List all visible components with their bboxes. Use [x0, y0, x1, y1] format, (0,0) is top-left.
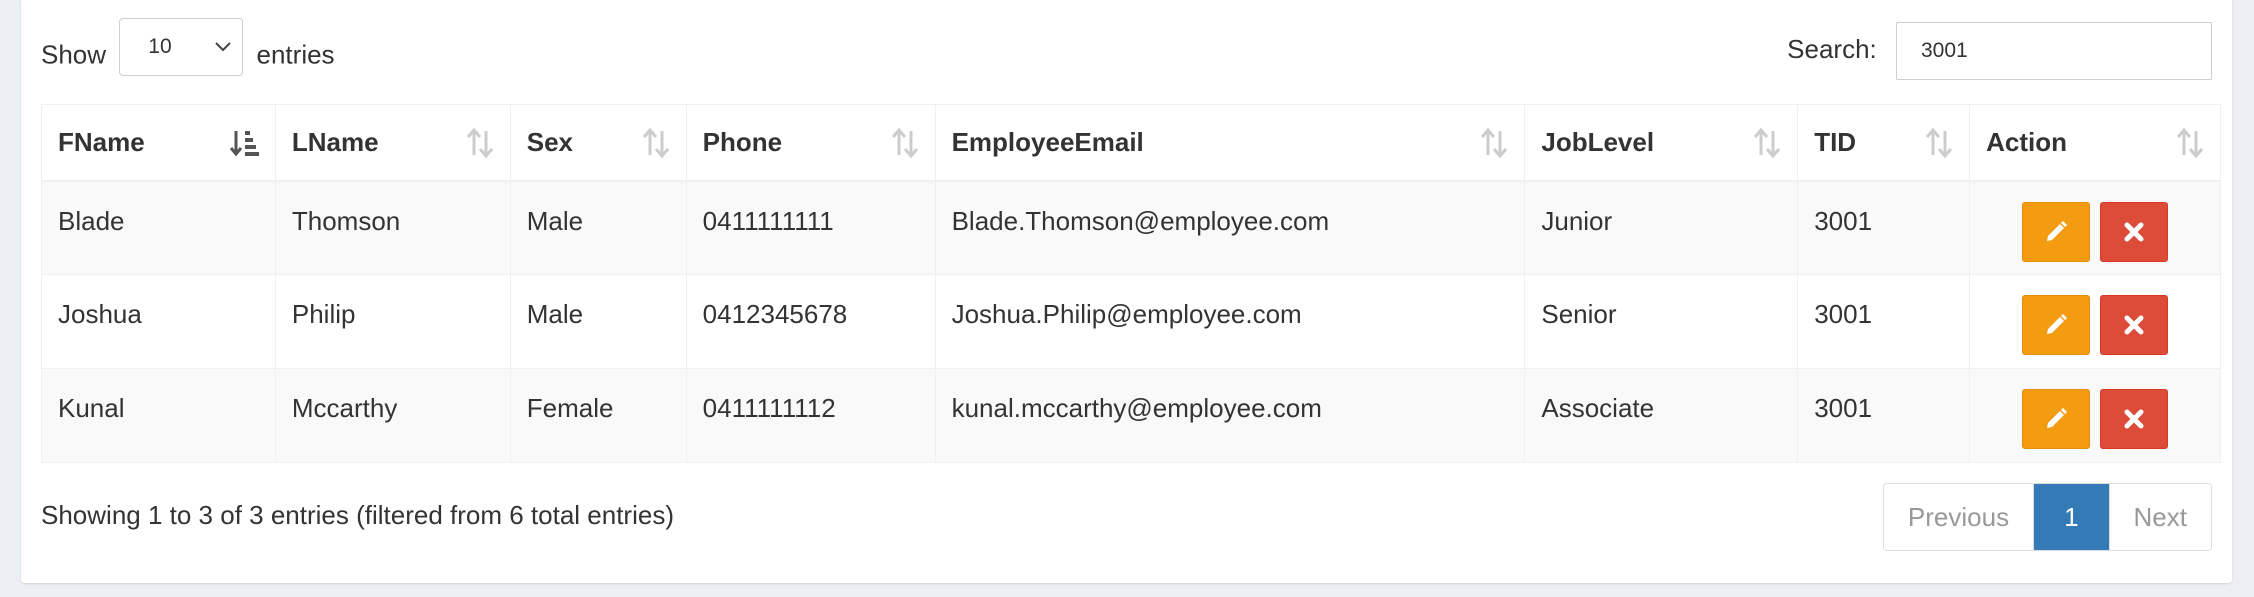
cell-action: [1969, 180, 2221, 275]
column-header-sex[interactable]: Sex: [509, 104, 687, 182]
entries-label: entries: [256, 39, 335, 70]
cell-phone: 0411111112: [685, 368, 936, 463]
cell-job-level: Senior: [1524, 274, 1799, 369]
cell-email: kunal.mccarthy@employee.com: [934, 368, 1526, 463]
cell-tid: 3001: [1797, 180, 1971, 275]
page-length-select[interactable]: 10: [119, 18, 244, 76]
search-input[interactable]: [1896, 22, 2212, 80]
cell-fname: Kunal: [41, 368, 276, 463]
column-header-phone[interactable]: Phone: [685, 104, 936, 182]
column-header-fname[interactable]: FName: [41, 104, 276, 182]
cell-email: Blade.Thomson@employee.com: [934, 180, 1526, 275]
table-header-row: FName LName Sex Phone EmployeeEmail JobL…: [41, 104, 2221, 182]
search-control: Search:: [1787, 22, 2212, 80]
table-row: Kunal Mccarthy Female 0411111112 kunal.m…: [41, 368, 2221, 463]
cell-tid: 3001: [1797, 274, 1971, 369]
sort-icon: [891, 127, 918, 159]
cell-job-level: Associate: [1524, 368, 1799, 463]
next-page-button[interactable]: Next: [2108, 484, 2211, 550]
sort-icon: [1925, 127, 1953, 159]
table-toolbar: Show 10 entries Search:: [41, 18, 2212, 82]
pagination: Previous 1 Next: [1882, 483, 2212, 551]
column-header-employee-email[interactable]: EmployeeEmail: [934, 104, 1526, 182]
search-label: Search:: [1787, 33, 1877, 64]
column-header-job-level[interactable]: JobLevel: [1524, 104, 1799, 182]
employee-table-panel: Show 10 entries Search: FName: [21, 0, 2232, 583]
cell-tid: 3001: [1797, 368, 1971, 463]
cell-action: [1969, 274, 2221, 369]
page-length-control: Show 10 entries: [41, 18, 335, 76]
page-length-value: 10: [148, 35, 172, 58]
pencil-icon: [2047, 220, 2068, 241]
table-row: Joshua Philip Male 0412345678 Joshua.Phi…: [41, 274, 2221, 369]
sort-icon: [1754, 127, 1781, 159]
cell-lname: Thomson: [274, 180, 511, 275]
cell-sex: Male: [509, 180, 687, 275]
sort-icon: [642, 127, 669, 159]
cell-sex: Male: [509, 274, 687, 369]
delete-button[interactable]: [2099, 201, 2168, 262]
cell-phone: 0412345678: [685, 274, 936, 369]
column-header-tid[interactable]: TID: [1797, 104, 1971, 182]
pencil-icon: [2047, 314, 2068, 334]
cell-lname: Philip: [274, 274, 511, 369]
sort-ascending-icon: [229, 131, 259, 157]
table-info: Showing 1 to 3 of 3 entries (filtered fr…: [41, 500, 674, 530]
edit-button[interactable]: [2022, 201, 2091, 262]
edit-button[interactable]: [2022, 295, 2091, 355]
cell-email: Joshua.Philip@employee.com: [934, 274, 1526, 369]
cell-action: [1969, 368, 2221, 463]
column-header-lname[interactable]: LName: [274, 104, 511, 182]
cell-fname: Joshua: [41, 274, 276, 369]
edit-button[interactable]: [2022, 389, 2091, 449]
sort-icon: [2176, 127, 2204, 159]
sort-icon: [466, 127, 493, 159]
show-label: Show: [41, 39, 107, 70]
times-icon: [2124, 315, 2144, 335]
times-icon: [2124, 409, 2144, 429]
cell-job-level: Junior: [1524, 180, 1799, 275]
pencil-icon: [2047, 408, 2068, 428]
sort-icon: [1481, 127, 1508, 159]
cell-fname: Blade: [41, 180, 276, 275]
previous-page-button[interactable]: Previous: [1883, 484, 2035, 550]
times-icon: [2124, 222, 2144, 241]
cell-sex: Female: [509, 368, 687, 463]
delete-button[interactable]: [2099, 295, 2168, 355]
cell-phone: 0411111111: [685, 180, 936, 275]
page-button-1[interactable]: 1: [2034, 484, 2109, 550]
column-header-action[interactable]: Action: [1969, 104, 2221, 182]
chevron-down-icon: [215, 42, 231, 52]
table-row: Blade Thomson Male 0411111111 Blade.Thom…: [41, 180, 2221, 275]
employee-table: FName LName Sex Phone EmployeeEmail JobL…: [41, 104, 2221, 463]
cell-lname: Mccarthy: [274, 368, 511, 463]
delete-button[interactable]: [2099, 389, 2168, 449]
